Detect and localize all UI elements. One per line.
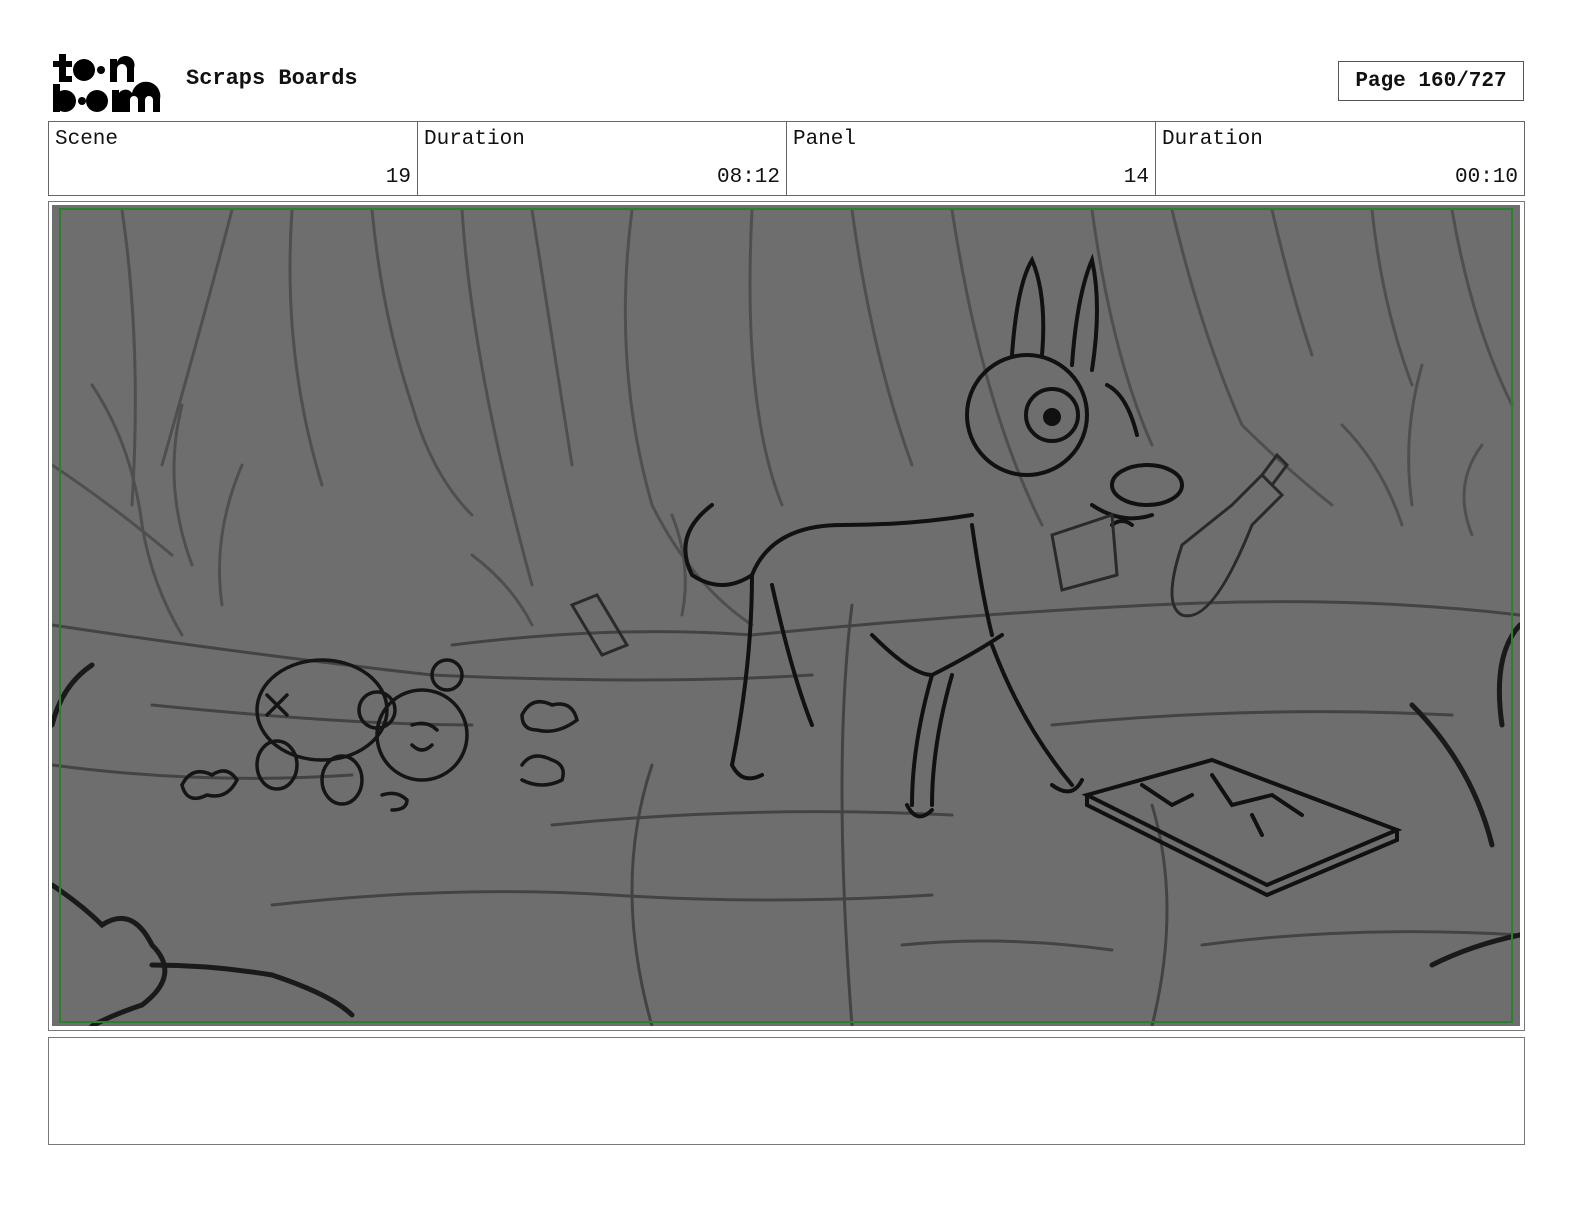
panel-duration-cell: Duration 00:10 — [1156, 122, 1524, 195]
panel-notes-box — [48, 1037, 1525, 1145]
page-indicator: Page 160/727 — [1338, 61, 1524, 101]
scene-value: 19 — [385, 166, 411, 189]
scene-duration-label: Duration — [424, 128, 525, 151]
panel-duration-value: 00:10 — [1454, 166, 1518, 189]
scene-duration-cell: Duration 08:12 — [418, 122, 787, 195]
toon-boom-logo — [50, 50, 166, 114]
panel-cell: Panel 14 — [787, 122, 1156, 195]
project-title: Scraps Boards — [186, 66, 358, 91]
scene-cell: Scene 19 — [49, 122, 418, 195]
panel-label: Panel — [793, 128, 857, 151]
storyboard-panel-frame — [48, 201, 1525, 1031]
scene-label: Scene — [55, 128, 119, 151]
panel-value: 14 — [1123, 166, 1149, 189]
storyboard-sketch-image — [52, 205, 1520, 1026]
scene-duration-value: 08:12 — [716, 166, 780, 189]
panel-duration-label: Duration — [1162, 128, 1263, 151]
panel-info-row: Scene 19 Duration 08:12 Panel 14 Duratio… — [48, 121, 1525, 196]
